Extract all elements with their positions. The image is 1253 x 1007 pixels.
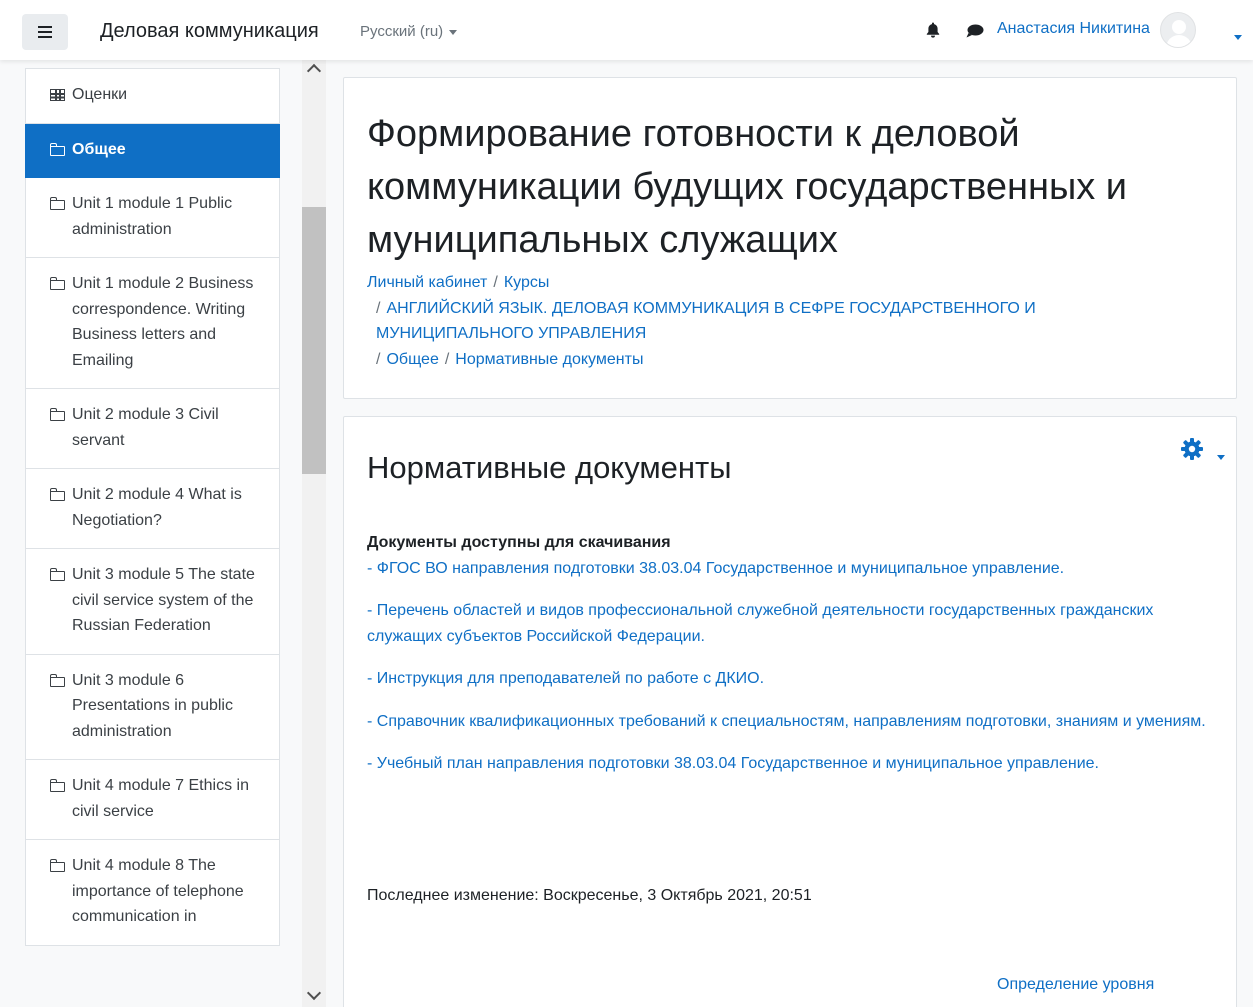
sidebar-item[interactable]: Unit 2 module 3 Civil servant <box>25 389 280 469</box>
chevron-up-icon[interactable] <box>306 63 322 79</box>
language-menu[interactable]: Русский (ru) <box>360 23 458 40</box>
breadcrumb-separator: / <box>493 274 498 291</box>
page-actions-menu[interactable] <box>1180 437 1204 466</box>
chat-bubble-icon <box>966 24 984 38</box>
folder-icon <box>50 488 65 501</box>
next-activity-link[interactable]: Определение уровня <box>997 976 1154 994</box>
sidebar-item[interactable]: Общее <box>25 123 280 178</box>
breadcrumb-dashboard[interactable]: Личный кабинет <box>367 274 487 291</box>
sidebar-item-label: Unit 1 module 2 Business correspondence.… <box>72 275 254 369</box>
document-link[interactable]: - ФГОС ВО направления подготовки 38.03.0… <box>367 556 1217 582</box>
chevron-down-icon <box>449 29 458 35</box>
folder-icon <box>50 779 65 792</box>
avatar[interactable] <box>1160 12 1196 48</box>
sidebar-item[interactable]: Оценки <box>25 69 280 124</box>
sidebar-list: Оценки Общее Unit 1 module 1 Public admini… <box>25 68 280 946</box>
chevron-down-icon[interactable] <box>1211 449 1225 467</box>
folder-icon <box>50 673 65 687</box>
page-header: Формирование готовности к деловой коммун… <box>343 77 1237 399</box>
messages-button[interactable] <box>966 24 984 43</box>
breadcrumb-course[interactable]: АНГЛИЙСКИЙ ЯЗЫК. ДЕЛОВАЯ КОММУНИКАЦИЯ В … <box>376 300 1036 343</box>
section-title: Нормативные документы <box>367 450 732 485</box>
chevron-down-icon[interactable] <box>306 985 322 1001</box>
breadcrumb-separator: / <box>444 350 450 368</box>
sidebar-item-label: Unit 4 module 8 The importance of teleph… <box>72 857 244 925</box>
course-index-sidebar: Оценки Общее Unit 1 module 1 Public admini… <box>0 60 330 1007</box>
sidebar-scrollbar[interactable] <box>302 60 326 1007</box>
sidebar-item-label: Unit 4 module 7 Ethics in civil service <box>72 777 249 820</box>
sidebar-item-label: Оценки <box>72 86 128 103</box>
user-menu-toggle[interactable] <box>1228 29 1242 47</box>
folder-icon <box>50 277 65 290</box>
documents-section: Документы доступны для скачивания - ФГОС… <box>367 530 1217 777</box>
document-link[interactable]: - Учебный план направления подготовки 38… <box>367 751 1217 777</box>
user-name-link[interactable]: Анастасия Никитина <box>997 20 1150 38</box>
hamburger-icon <box>38 26 52 38</box>
sidebar-item-label: Unit 2 module 3 Civil servant <box>72 406 219 449</box>
sidebar-item-label: Общее <box>72 140 126 158</box>
sidebar-item-label: Unit 1 module 1 Public administration <box>72 195 233 238</box>
breadcrumb-courses[interactable]: Курсы <box>504 274 550 291</box>
sidebar-item[interactable]: Unit 2 module 4 What is Negotiation? <box>25 469 280 549</box>
breadcrumb-separator: / <box>376 350 381 368</box>
sidebar-item[interactable]: Unit 3 module 5 The state civil service … <box>25 549 280 655</box>
folder-icon <box>50 568 65 581</box>
document-link[interactable]: - Справочник квалификационных требований… <box>367 709 1217 735</box>
drawer-toggle-button[interactable] <box>22 14 68 50</box>
main-content: Нормативные документы Документы доступны… <box>343 416 1237 1007</box>
folder-icon <box>50 197 65 210</box>
chevron-down-icon <box>1234 35 1242 41</box>
last-modified-text: Последнее изменение: Воскресенье, 3 Октя… <box>367 887 812 904</box>
page-title: Формирование готовности к деловой коммун… <box>367 113 1128 261</box>
sidebar-item[interactable]: Unit 4 module 7 Ethics in civil service <box>25 760 280 840</box>
sidebar-item[interactable]: Unit 3 module 6 Presentations in public … <box>25 654 280 760</box>
bell-icon <box>926 22 940 38</box>
gear-icon <box>1181 438 1203 460</box>
breadcrumb-section[interactable]: Общее <box>386 351 438 368</box>
notifications-button[interactable] <box>926 22 940 43</box>
sidebar-item[interactable]: Unit 1 module 1 Public administration <box>25 178 280 258</box>
top-navbar: Деловая коммуникация Русский (ru) Анаста… <box>0 0 1253 60</box>
sidebar-item[interactable]: Unit 1 module 2 Business correspondence.… <box>25 258 280 389</box>
breadcrumb-separator: / <box>376 299 381 317</box>
language-label: Русский (ru) <box>360 23 444 40</box>
sidebar-item[interactable]: Unit 4 module 8 The importance of teleph… <box>25 840 280 946</box>
folder-icon <box>50 408 65 421</box>
breadcrumb-page[interactable]: Нормативные документы <box>455 351 643 368</box>
site-brand-link[interactable]: Деловая коммуникация <box>100 20 319 43</box>
document-link[interactable]: - Инструкция для преподавателей по работ… <box>367 666 1217 692</box>
documents-heading: Документы доступны для скачивания <box>367 534 671 551</box>
sidebar-item-label: Unit 2 module 4 What is Negotiation? <box>72 486 242 529</box>
table-icon <box>50 89 65 101</box>
sidebar-item-label: Unit 3 module 5 The state civil service … <box>72 566 255 634</box>
folder-icon <box>50 142 65 156</box>
sidebar-item-label: Unit 3 module 6 Presentations in public … <box>72 671 233 740</box>
scrollbar-thumb[interactable] <box>302 207 326 474</box>
folder-icon <box>50 859 65 872</box>
document-link[interactable]: - Перечень областей и видов профессионал… <box>367 598 1217 649</box>
breadcrumb: Личный кабинет / Курсы / АНГЛИЙСКИЙ ЯЗЫК. Д… <box>367 270 1187 372</box>
